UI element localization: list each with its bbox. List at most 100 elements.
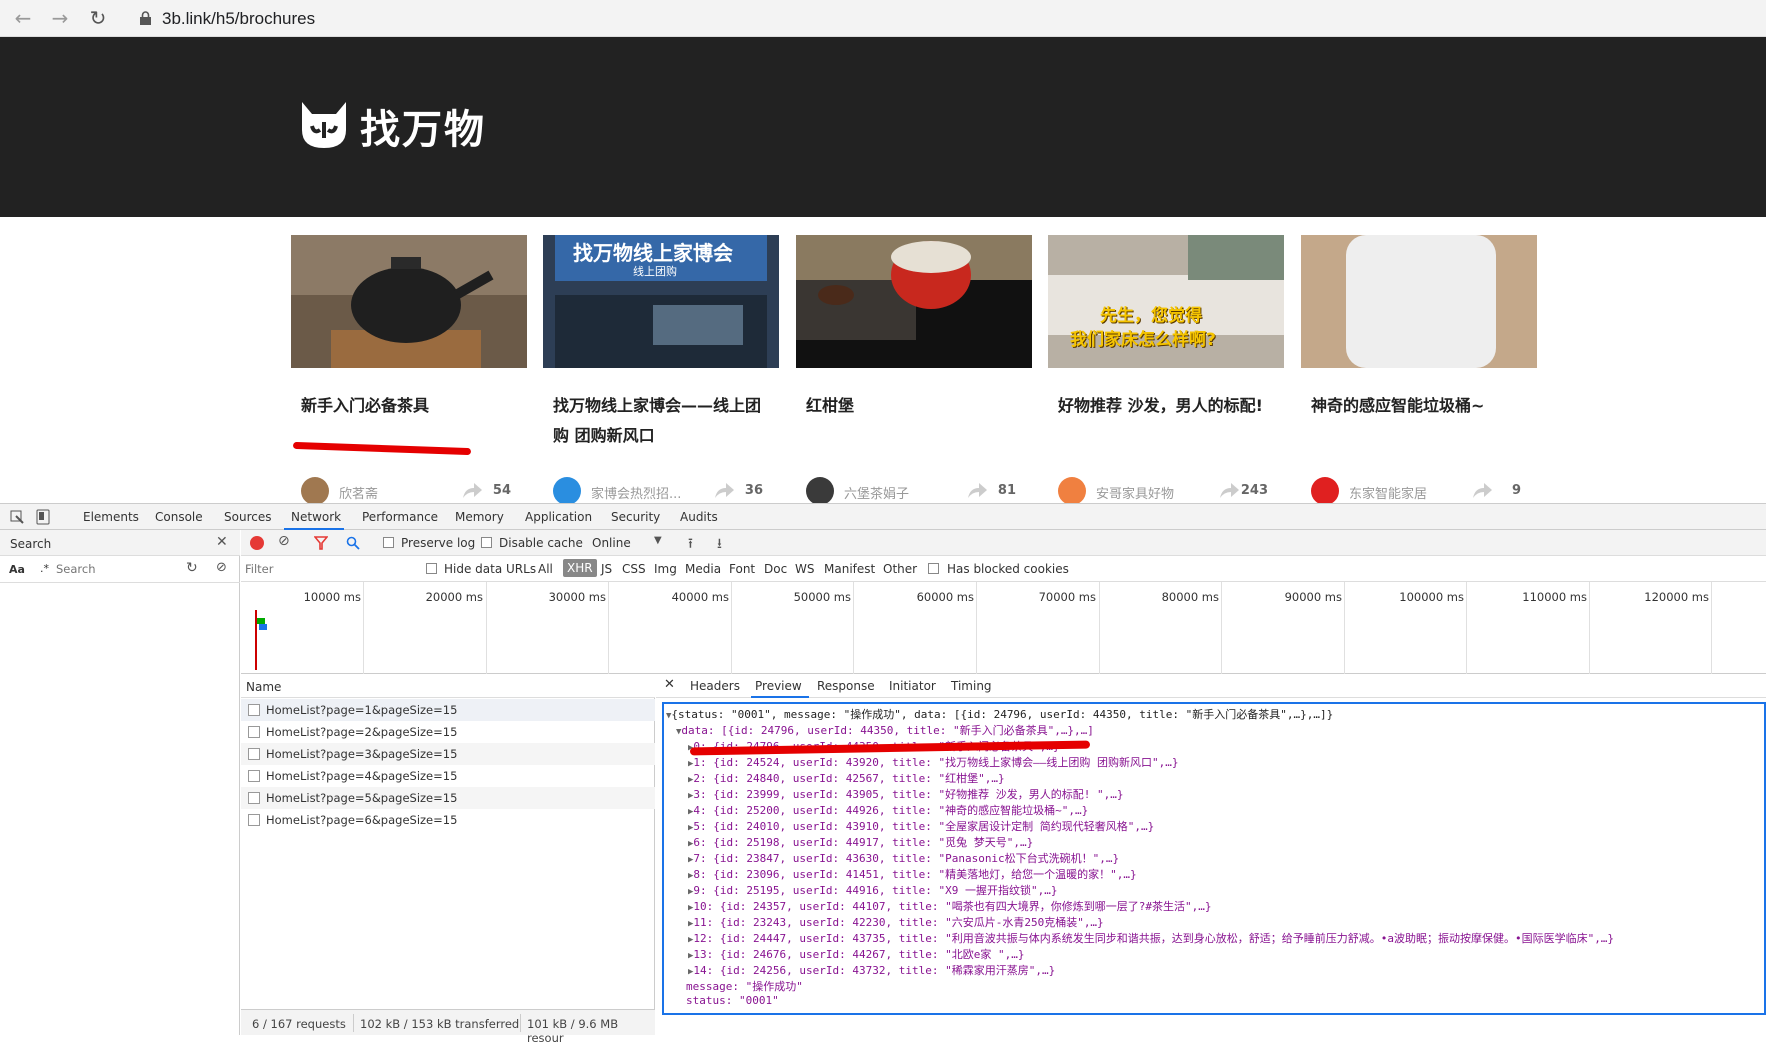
filter-doc[interactable]: Doc (764, 562, 787, 576)
json-line[interactable]: ▼data: [{id: 24796, userId: 44350, title… (676, 722, 1094, 738)
json-line[interactable]: ▶8: {id: 23096, userId: 41451, title: "精… (688, 866, 1137, 882)
share-icon[interactable] (1471, 481, 1493, 499)
throttle-select[interactable]: Online (592, 536, 631, 550)
filter-img[interactable]: Img (654, 562, 677, 576)
request-row[interactable]: HomeList?page=3&pageSize=15 (241, 743, 655, 765)
request-row[interactable]: HomeList?page=4&pageSize=15 (241, 765, 655, 787)
filter-all[interactable]: All (538, 562, 553, 576)
filter-media[interactable]: Media (685, 562, 721, 576)
share-icon[interactable] (966, 481, 988, 499)
tab-initiator[interactable]: Initiator (889, 679, 936, 693)
card-title[interactable]: 好物推荐 沙发，男人的标配! (1058, 391, 1274, 421)
card-title[interactable]: 找万物线上家博会——线上团购 团购新风口 (553, 391, 769, 451)
card[interactable]: 新手入门必备茶具 欣茗斋 54 (291, 235, 527, 503)
request-list: Name HomeList?page=1&pageSize=15 HomeLis… (241, 674, 655, 1009)
request-row[interactable]: HomeList?page=5&pageSize=15 (241, 787, 655, 809)
tab-sources[interactable]: Sources (224, 510, 271, 524)
request-row[interactable]: HomeList?page=1&pageSize=15 (241, 699, 655, 721)
share-icon[interactable] (713, 481, 735, 499)
inspect-element-icon[interactable] (10, 510, 24, 524)
refresh-icon[interactable]: ↻ (186, 560, 198, 576)
request-icon (248, 704, 260, 716)
json-line[interactable]: status: "0001" (686, 994, 779, 1007)
card[interactable]: 先生，您觉得 我们家床怎么样啊? 好物推荐 沙发，男人的标配! 安哥家具好物 2… (1048, 235, 1284, 503)
card-title[interactable]: 红柑堡 (806, 391, 1022, 421)
request-list-header: Name (241, 674, 655, 698)
upload-icon[interactable]: ⭱ (688, 533, 693, 557)
network-status-bar: 6 / 167 requests 102 kB / 153 kB transfe… (241, 1009, 655, 1045)
json-line[interactable]: ▶2: {id: 24840, userId: 42567, title: "红… (688, 770, 1005, 786)
json-line[interactable]: ▶5: {id: 24010, userId: 43910, title: "全… (688, 818, 1154, 834)
filter-other[interactable]: Other (883, 562, 917, 576)
filter-manifest[interactable]: Manifest (824, 562, 875, 576)
chevron-down-icon[interactable]: ▼ (654, 535, 662, 546)
has-blocked-cookies-checkbox[interactable] (928, 563, 939, 574)
filter-ws[interactable]: WS (795, 562, 814, 576)
json-line[interactable]: ▶7: {id: 23847, userId: 43630, title: "P… (688, 850, 1119, 866)
filter-css[interactable]: CSS (622, 562, 646, 576)
tab-security[interactable]: Security (611, 510, 660, 524)
download-icon[interactable]: ⭳ (717, 533, 722, 557)
address-bar[interactable]: 3b.link/h5/brochures (128, 3, 1764, 34)
json-line[interactable]: ▶4: {id: 25200, userId: 44926, title: "神… (688, 802, 1088, 818)
tab-headers[interactable]: Headers (690, 679, 740, 693)
hide-data-urls-checkbox[interactable] (426, 563, 437, 574)
filter-icon[interactable] (314, 536, 328, 550)
json-line[interactable]: ▶10: {id: 24357, userId: 44107, title: "… (688, 898, 1211, 914)
share-icon[interactable] (461, 481, 483, 499)
forward-icon[interactable]: → (47, 5, 73, 31)
card[interactable]: 找万物线上家博会 线上团购 找万物线上家博会——线上团购 团购新风口 家博会热烈… (543, 235, 779, 503)
preserve-log-checkbox[interactable] (383, 537, 394, 548)
tab-memory[interactable]: Memory (455, 510, 504, 524)
clear-icon[interactable]: ⊘ (216, 560, 227, 575)
json-line[interactable]: ▶1: {id: 24524, userId: 43920, title: "找… (688, 754, 1178, 770)
tab-console[interactable]: Console (155, 510, 203, 524)
tab-network[interactable]: Network (291, 510, 341, 524)
close-icon[interactable]: ✕ (664, 677, 675, 692)
json-line[interactable]: ▶3: {id: 23999, userId: 43905, title: "好… (688, 786, 1123, 802)
tab-timing[interactable]: Timing (951, 679, 992, 693)
record-icon[interactable] (250, 536, 264, 550)
request-row[interactable]: HomeList?page=6&pageSize=15 (241, 809, 655, 831)
json-line[interactable]: ▼{status: "0001", message: "操作成功", data:… (666, 706, 1333, 722)
tab-preview[interactable]: Preview (755, 679, 802, 693)
json-line[interactable]: message: "操作成功" (686, 978, 803, 994)
regex-button[interactable]: .* (40, 562, 49, 575)
card[interactable]: 神奇的感应智能垃圾桶~ 东家智能家居 9 (1301, 235, 1537, 503)
filter-font[interactable]: Font (729, 562, 755, 576)
json-line[interactable]: ▶13: {id: 24676, userId: 44267, title: "… (688, 946, 1024, 962)
tab-performance[interactable]: Performance (362, 510, 438, 524)
network-timeline[interactable]: 10000 ms 20000 ms 30000 ms 40000 ms 5000… (241, 582, 1766, 674)
card-title[interactable]: 神奇的感应智能垃圾桶~ (1311, 391, 1527, 421)
filter-js[interactable]: JS (601, 562, 612, 576)
request-row[interactable]: HomeList?page=2&pageSize=15 (241, 721, 655, 743)
name-column-header[interactable]: Name (246, 680, 281, 694)
search-input[interactable] (56, 560, 176, 578)
card-thumbnail (291, 235, 527, 368)
filter-input[interactable] (245, 559, 413, 578)
search-icon[interactable] (346, 536, 360, 550)
tab-elements[interactable]: Elements (83, 510, 139, 524)
reload-icon[interactable]: ↻ (85, 5, 111, 31)
json-line[interactable]: ▶12: {id: 24447, userId: 43735, title: "… (688, 930, 1614, 946)
clear-icon[interactable]: ⊘ (278, 533, 290, 549)
match-case-button[interactable]: Aa (9, 563, 25, 576)
tab-audits[interactable]: Audits (680, 510, 718, 524)
tab-application[interactable]: Application (525, 510, 592, 524)
device-toolbar-icon[interactable] (36, 509, 50, 525)
disable-cache-checkbox[interactable] (481, 537, 492, 548)
json-line[interactable]: ▶14: {id: 24256, userId: 43732, title: "… (688, 962, 1055, 978)
card-share-count: 243 (1240, 483, 1268, 498)
json-line[interactable]: ▶11: {id: 23243, userId: 42230, title: "… (688, 914, 1104, 930)
card-title[interactable]: 新手入门必备茶具 (301, 391, 517, 421)
json-line[interactable]: ▶6: {id: 25198, userId: 44917, title: "觅… (688, 834, 1033, 850)
json-line[interactable]: ▶9: {id: 25195, userId: 44916, title: "X… (688, 882, 1057, 898)
card[interactable]: 红柑堡 六堡茶娟子 81 (796, 235, 1032, 503)
overlay-text: 我们家床怎么样啊? (1070, 330, 1216, 350)
tab-response[interactable]: Response (817, 679, 875, 693)
request-name: HomeList?page=5&pageSize=15 (266, 791, 458, 805)
back-icon[interactable]: ← (10, 5, 36, 31)
close-icon[interactable]: ✕ (216, 534, 228, 550)
share-icon[interactable] (1218, 481, 1240, 499)
filter-xhr[interactable]: XHR (563, 559, 597, 577)
